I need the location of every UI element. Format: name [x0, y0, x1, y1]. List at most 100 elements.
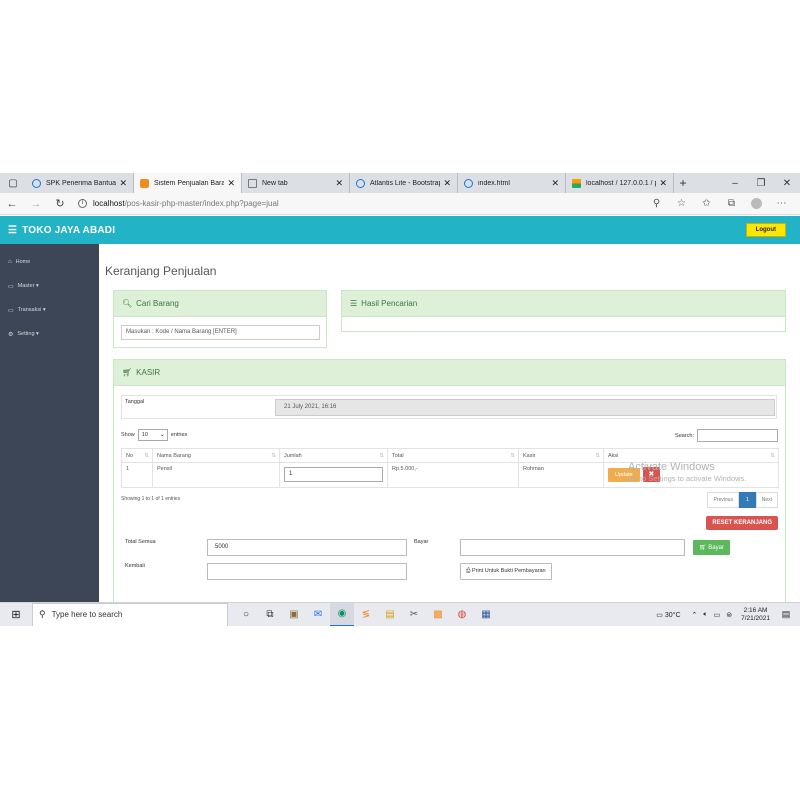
chevron-up-icon[interactable]: ⌃ — [692, 611, 698, 619]
table-search: Search: — [675, 429, 778, 442]
xampp-icon[interactable]: ▩ — [426, 603, 450, 627]
print-receipt-button[interactable]: ⎙ Print Untuk Bukti Pembayaran — [460, 563, 552, 580]
menu-icon[interactable]: ☰ — [8, 225, 17, 236]
reset-cart-button[interactable]: RESET KERANJANG — [706, 516, 778, 530]
sidebar-item-transaksi[interactable]: ▭ Transaksi ▾ — [0, 298, 99, 322]
kembali-label: Kembali — [125, 563, 145, 569]
weather-widget[interactable]: ▭ 30°C — [656, 611, 680, 619]
sidebar-item-home[interactable]: ⌂ Home — [0, 250, 99, 274]
browser-tab[interactable]: Atlantis Lite - Bootstrap ✕ — [350, 173, 458, 193]
sort-icon: ⇅ — [144, 452, 149, 459]
zoom-icon[interactable]: ⚲ — [644, 198, 669, 209]
panel-title: Cari Barang — [136, 299, 179, 308]
column-header-no[interactable]: No ⇅ — [121, 448, 153, 463]
tools-icon[interactable]: ✂ — [402, 603, 426, 627]
tab-label: SPK Penerima Bantuan — [46, 179, 117, 187]
new-tab-button[interactable]: + — [674, 173, 692, 193]
notification-icon[interactable]: ▤ — [778, 609, 794, 620]
app-navbar: ☰ TOKO JAYA ABADI Logout — [0, 216, 800, 244]
column-label: Nama Barang — [157, 452, 191, 459]
close-icon[interactable]: ✕ — [227, 178, 235, 189]
app-brand[interactable]: ☰ TOKO JAYA ABADI — [8, 225, 115, 236]
browser-tab[interactable]: New tab ✕ — [242, 173, 350, 193]
minimize-icon[interactable]: – — [722, 173, 748, 193]
table-search-input[interactable] — [697, 429, 778, 442]
chrome-icon[interactable]: ◍ — [450, 603, 474, 627]
tab-label: localhost / 127.0.0.1 / pos — [586, 179, 656, 187]
battery-icon[interactable]: ▭ — [714, 611, 721, 619]
cell-kasir: Rohman — [518, 462, 604, 488]
address-bar: ← → ↻ i localhost/pos-kasir-php-master/i… — [0, 193, 800, 215]
previous-button[interactable]: Previous — [707, 492, 739, 508]
page-1-button[interactable]: 1 — [738, 492, 756, 508]
search-label: Search: — [675, 432, 694, 439]
cell-nama: Pensil — [152, 462, 280, 488]
cell-total: Rp.5.000,- — [387, 462, 519, 488]
bayar-button[interactable]: 🛒︎ Bayar — [693, 540, 730, 555]
sidebar-item-setting[interactable]: ⚙ Setting ▾ — [0, 322, 99, 346]
print-icon: ⎙ — [466, 568, 471, 574]
logout-button[interactable]: Logout — [745, 223, 786, 237]
watermark-title: Activate Windows — [628, 461, 715, 473]
next-button[interactable]: Next — [755, 492, 778, 508]
column-header-total[interactable]: Total ⇅ — [387, 448, 519, 463]
print-button-label: Print Untuk Bukti Pembayaran — [471, 568, 546, 574]
close-icon[interactable]: ✕ — [443, 178, 451, 189]
profile-avatar[interactable] — [751, 198, 762, 209]
close-icon[interactable]: ✕ — [119, 178, 127, 189]
collections-icon[interactable]: ⧉ — [719, 198, 744, 209]
favorites-icon[interactable]: ✩ — [694, 198, 719, 209]
temperature-label: 30°C — [664, 611, 681, 619]
windows-start-icon[interactable]: ⊞ — [0, 608, 32, 621]
globe-icon — [32, 178, 41, 188]
sublime-icon[interactable]: ≶ — [354, 603, 378, 627]
forward-icon[interactable]: → — [24, 198, 48, 210]
close-icon[interactable]: ✕ — [335, 178, 343, 189]
task-view-icon[interactable]: ⧉ — [258, 603, 282, 627]
site-info-icon[interactable]: i — [78, 199, 87, 208]
tab-actions-icon[interactable]: ▢ — [0, 173, 26, 193]
cortana-icon[interactable]: ○ — [234, 603, 258, 627]
close-icon[interactable]: ✕ — [551, 178, 559, 189]
show-label: Show — [121, 432, 135, 438]
kembali-field — [207, 563, 407, 580]
browser-tab-active[interactable]: Sistem Penjualan Barang ✕ — [134, 173, 242, 193]
sidebar: ⌂ Home ▭ Master ▾ ▭ Transaksi ▾ ⚙ Settin… — [0, 244, 99, 602]
close-window-icon[interactable]: ✕ — [774, 173, 800, 193]
quantity-input[interactable]: 1 — [284, 467, 383, 482]
total-field: 5000 — [207, 539, 407, 556]
search-input[interactable]: Masukan : Kode / Nama Barang [ENTER] — [121, 325, 320, 340]
close-icon[interactable]: ✕ — [659, 178, 667, 189]
column-header-nama[interactable]: Nama Barang ⇅ — [152, 448, 280, 463]
browser-tab[interactable]: SPK Penerima Bantuan ✕ — [26, 173, 134, 193]
panel-title: Hasil Pencarian — [361, 299, 418, 308]
file-explorer-icon[interactable]: ▤ — [378, 603, 402, 627]
network-icon[interactable]: ⊜ — [726, 611, 732, 619]
entries-select[interactable]: 10 ⌄ — [137, 429, 168, 441]
reload-icon[interactable]: ↻ — [48, 197, 72, 210]
table-info: Showing 1 to 1 of 1 entries — [121, 496, 181, 502]
clock[interactable]: 2:16 AM 7/21/2021 — [741, 607, 770, 623]
app-favicon-icon — [140, 178, 149, 188]
taskbar-search-input[interactable]: ⚲ Type here to search — [32, 602, 228, 626]
store-icon[interactable]: ▣ — [282, 603, 306, 627]
more-icon[interactable]: ⋯ — [769, 198, 794, 209]
sidebar-item-master[interactable]: ▭ Master ▾ — [0, 274, 99, 298]
bayar-input[interactable] — [460, 539, 685, 556]
browser-tab[interactable]: index.html ✕ — [458, 173, 566, 193]
tab-label: New tab — [262, 179, 288, 187]
panel-title: KASIR — [136, 368, 161, 377]
mail-icon[interactable]: ✉ — [306, 603, 330, 627]
sidebar-item-label: Master ▾ — [17, 283, 39, 289]
restore-icon[interactable]: ❐ — [748, 173, 774, 193]
globe-icon — [356, 178, 365, 188]
volume-icon[interactable]: 🔈︎ — [703, 611, 707, 619]
column-header-jumlah[interactable]: Jumlah ⇅ — [279, 448, 388, 463]
word-icon[interactable]: ▦ — [474, 603, 498, 627]
edge-icon[interactable]: ◉ — [330, 602, 354, 626]
back-icon[interactable]: ← — [0, 198, 24, 210]
favorite-icon[interactable]: ☆ — [669, 198, 694, 209]
column-header-kasir[interactable]: Kasir ⇅ — [518, 448, 604, 463]
url-field[interactable]: i localhost/pos-kasir-php-master/index.p… — [78, 196, 644, 212]
browser-tab[interactable]: localhost / 127.0.0.1 / pos ✕ — [566, 173, 674, 193]
